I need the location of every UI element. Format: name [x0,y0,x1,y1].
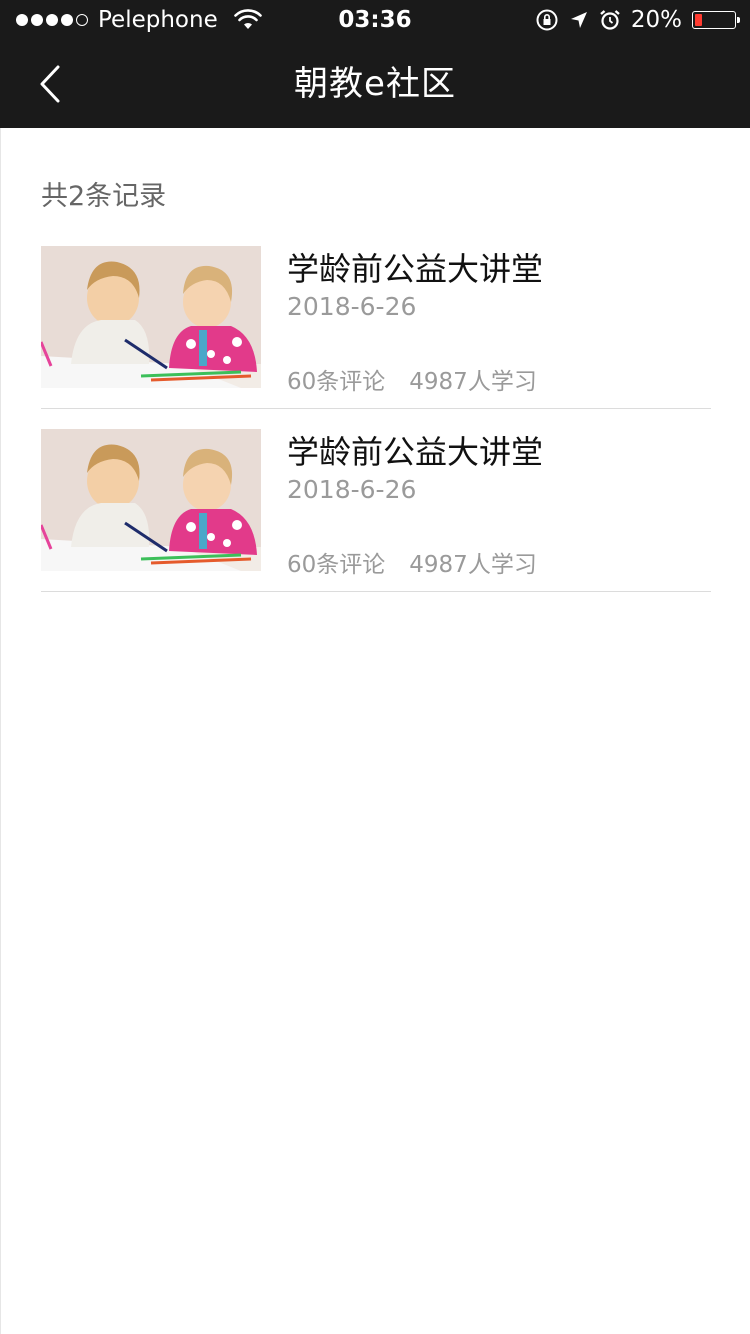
course-thumbnail [41,429,261,571]
status-right: 20% [535,6,740,34]
course-list-item[interactable]: 学龄前公益大讲堂 2018-6-26 60条评论 4987人学习 [41,429,711,592]
course-date: 2018-6-26 [287,292,417,321]
battery-level-fill [695,14,702,26]
battery-icon [692,11,740,29]
page-title: 朝教e社区 [294,64,456,104]
battery-percentage: 20% [630,7,682,33]
learner-count: 4987人学习 [409,552,537,578]
comment-count: 60条评论 [287,369,386,395]
location-arrow-icon [570,12,587,28]
course-list: 学龄前公益大讲堂 2018-6-26 60条评论 4987人学习 学龄前公益大讲… [41,246,711,612]
course-date: 2018-6-26 [287,475,417,504]
course-stats: 60条评论 4987人学习 [287,362,537,396]
rotation-lock-icon [536,9,558,31]
course-stats: 60条评论 4987人学习 [287,545,537,579]
course-thumbnail [41,246,261,388]
record-count: 共2条记录 [41,181,167,212]
course-list-item[interactable]: 学龄前公益大讲堂 2018-6-26 60条评论 4987人学习 [41,246,711,409]
navigation-bar: 朝教e社区 [0,40,750,128]
comment-count: 60条评论 [287,552,386,578]
course-title: 学龄前公益大讲堂 [287,433,544,471]
alarm-clock-icon [600,10,620,30]
learner-count: 4987人学习 [409,369,537,395]
status-bar: Pelephone 03:36 20% [0,0,750,40]
main-content: 共2条记录 学龄前公益大讲堂 2018-6-26 60条评论 4987人学习 学… [0,128,750,1334]
course-title: 学龄前公益大讲堂 [287,250,544,288]
